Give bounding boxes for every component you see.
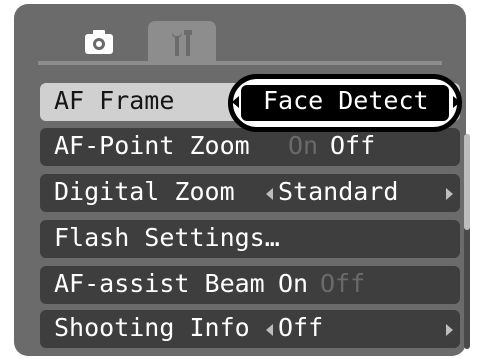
option-on[interactable]: On (288, 131, 318, 160)
menu-item-af-point-zoom[interactable]: AF-Point Zoom On Off (40, 128, 460, 166)
arrow-right-icon[interactable] (446, 188, 453, 200)
af-frame-value-selector[interactable]: Face Detect (228, 74, 462, 132)
menu-item-digital-zoom[interactable]: Digital Zoom Standard (40, 174, 460, 212)
scrollbar-thumb[interactable] (464, 134, 470, 230)
arrow-left-icon[interactable] (266, 188, 273, 200)
arrow-right-icon[interactable] (446, 324, 453, 336)
menu-item-label: AF-Point Zoom (54, 131, 250, 160)
menu-item-value: Off (278, 313, 324, 342)
menu-item-value: Standard (278, 177, 399, 206)
option-off[interactable]: Off (330, 131, 375, 160)
camera-icon (85, 30, 113, 54)
arrow-left-icon[interactable] (232, 96, 239, 108)
menu-item-value: Face Detect (263, 86, 429, 115)
menu-item-shooting-info[interactable]: Shooting Info Off (40, 310, 460, 348)
menu-item-label: Flash Settings… (54, 223, 280, 252)
tools-icon (172, 30, 192, 56)
selected-value-box: Face Detect (241, 85, 449, 121)
arrow-left-icon[interactable] (266, 324, 273, 336)
menu-item-flash-settings[interactable]: Flash Settings… (40, 220, 460, 258)
menu-item-af-assist-beam[interactable]: AF-assist Beam On Off (40, 266, 460, 304)
tab-divider (38, 61, 442, 65)
tab-setup[interactable] (148, 21, 216, 61)
arrow-right-icon[interactable] (453, 96, 460, 108)
menu-item-label: AF-assist Beam (54, 269, 265, 298)
option-on[interactable]: On (278, 269, 308, 298)
tab-shooting[interactable] (66, 21, 130, 61)
scrollbar[interactable] (464, 134, 470, 349)
menu-item-label: Shooting Info (54, 313, 250, 342)
camera-menu-screen: AF Frame AF-Point Zoom On Off Digital Zo… (14, 4, 470, 356)
menu-item-label: Digital Zoom (54, 177, 235, 206)
menu-item-label: AF Frame (54, 86, 175, 115)
option-off[interactable]: Off (320, 269, 365, 298)
